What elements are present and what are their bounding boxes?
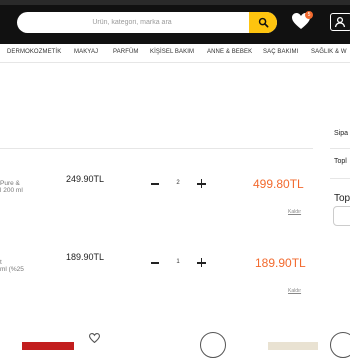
- decrease-quantity-button[interactable]: [151, 183, 159, 185]
- product-image[interactable]: [22, 342, 74, 350]
- nav-item-dermokozmetik[interactable]: DERMOKOZMETİK: [7, 49, 61, 55]
- announcement-strip: [0, 0, 350, 5]
- line-total: 499.80TL: [253, 177, 304, 191]
- account-button[interactable]: [330, 13, 350, 31]
- search-icon: [258, 17, 268, 28]
- product-name-line2[interactable]: ml (%25: [0, 266, 24, 274]
- remove-item-link[interactable]: Kaldır: [288, 209, 301, 215]
- plus-icon-stem: [200, 258, 203, 267]
- summary-line-1: Topl: [334, 158, 347, 165]
- product-name-line2[interactable]: l 200 ml: [0, 187, 23, 195]
- summary-input-box[interactable]: [333, 206, 350, 226]
- nav-item-sac-bakimi[interactable]: SAÇ BAKIMI: [263, 49, 298, 55]
- line-total: 189.90TL: [255, 256, 306, 270]
- nav-item-makyaj[interactable]: MAKYAJ: [74, 49, 98, 55]
- nav-item-saglik[interactable]: SAĞLIK & W: [311, 49, 347, 55]
- header-bar: 5: [0, 0, 350, 44]
- remove-item-link[interactable]: Kaldır: [288, 288, 301, 294]
- plus-icon-stem: [200, 179, 203, 188]
- category-nav: DERMOKOZMETİK MAKYAJ PARFÜM KİŞİSEL BAKI…: [0, 44, 350, 63]
- unit-price: 249.90TL: [66, 174, 105, 184]
- favorites-count-badge: 5: [305, 11, 313, 19]
- nav-item-anne-bebek[interactable]: ANNE & BEBEK: [207, 49, 252, 55]
- nav-item-parfum[interactable]: PARFÜM: [113, 49, 139, 55]
- summary-tab[interactable]: Sipa: [334, 130, 348, 137]
- decrease-quantity-button[interactable]: [151, 262, 159, 264]
- quantity-value: 1: [176, 259, 180, 265]
- user-icon: [334, 16, 346, 28]
- search-button[interactable]: [249, 12, 277, 33]
- nav-item-kisisel-bakim[interactable]: KİŞİSEL BAKIM: [150, 49, 194, 55]
- quantity-value: 2: [176, 180, 180, 186]
- summary-divider: [330, 148, 350, 149]
- summary-divider-2: [330, 178, 350, 179]
- favorite-heart-icon[interactable]: [89, 333, 100, 343]
- unit-price: 189.90TL: [66, 252, 105, 262]
- badge-stamp-icon: [200, 332, 226, 358]
- product-image[interactable]: [268, 342, 318, 350]
- search-input[interactable]: [17, 12, 247, 33]
- badge-stamp-icon: [330, 332, 350, 358]
- cart-divider: [0, 148, 313, 149]
- summary-total-label: Top: [334, 193, 350, 204]
- search-box[interactable]: [17, 12, 277, 33]
